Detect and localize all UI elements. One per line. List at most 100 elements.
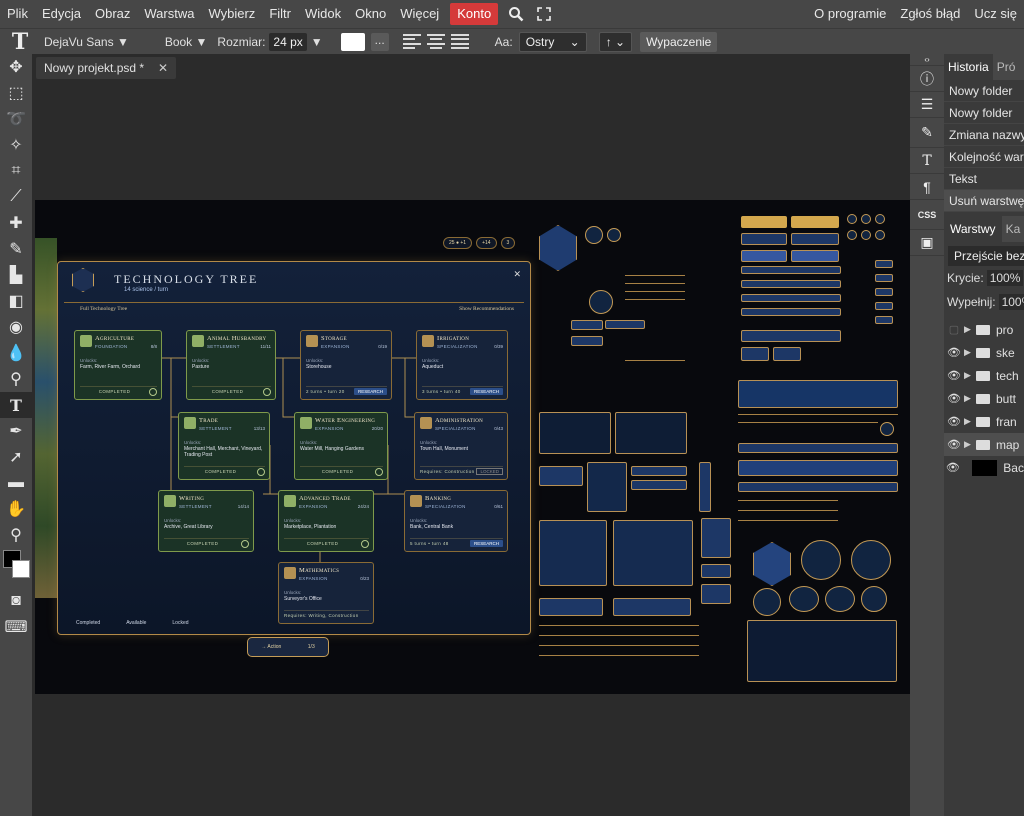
history-item[interactable]: Nowy folder <box>944 80 1024 102</box>
tech-card[interactable]: Mathematics Expansion 0/23 Unlocks: Surveyor… <box>278 562 374 624</box>
expand-icon[interactable]: ▶ <box>964 439 976 450</box>
eye-icon[interactable]: 👁 <box>944 369 964 382</box>
text-color-swatch[interactable] <box>340 32 365 51</box>
history-item[interactable]: Tekst <box>944 168 1024 190</box>
layer-row[interactable]: 👁 ▶ tech <box>944 364 1024 387</box>
expand-icon[interactable]: ▶ <box>964 324 976 335</box>
screen-mode-icon[interactable]: ⌨ <box>0 614 32 640</box>
tab-properties[interactable]: Pró <box>993 54 1020 80</box>
align-left-icon[interactable] <box>402 33 421 50</box>
blend-mode-select[interactable]: Przejście bezp <box>948 246 1024 266</box>
history-item[interactable]: Kolejność wars <box>944 146 1024 168</box>
expand-icon[interactable]: ▶ <box>964 370 976 381</box>
warp-button[interactable]: Wypaczenie <box>640 31 718 52</box>
antialias-select[interactable]: Ostry ⌄ <box>518 31 587 52</box>
blur-tool-icon[interactable]: 💧 <box>0 340 32 366</box>
collapse-panels-icon[interactable]: ‹› <box>910 54 944 66</box>
shape-tool-icon[interactable]: ▬ <box>0 470 32 496</box>
close-icon[interactable]: ✕ <box>158 61 168 75</box>
opacity-input[interactable]: 100% <box>986 270 1024 286</box>
menu-window[interactable]: Okno <box>348 0 393 28</box>
tech-card[interactable]: Storage Expansion 0/19 Unlocks: Storehouse 2 … <box>300 330 392 400</box>
research-button[interactable]: Research <box>469 388 503 395</box>
expand-icon[interactable]: ▶ <box>964 416 976 427</box>
marquee-tool-icon[interactable]: ⬚ <box>0 80 32 106</box>
character-panel-icon[interactable]: T <box>910 148 944 174</box>
menu-edit[interactable]: Edycja <box>35 0 88 28</box>
tech-card[interactable]: Water Engineering Expansion 20/20 Unlocks: W… <box>294 412 388 480</box>
info-icon[interactable]: ⓘ <box>910 66 944 92</box>
zoom-tool-icon[interactable]: ⚲ <box>0 522 32 548</box>
tech-card[interactable]: Banking Specialization 0/61 Unlocks: Bank, C… <box>404 490 508 552</box>
paragraph-panel-icon[interactable]: ¶ <box>910 174 944 200</box>
tech-card[interactable]: Writing Settlement 14/14 Unlocks: Archive, G… <box>158 490 254 552</box>
quick-mask-icon[interactable]: ◙ <box>0 588 32 614</box>
layer-row[interactable]: ▢ ▶ pro <box>944 318 1024 341</box>
pen-tool-icon[interactable]: ✒ <box>0 418 32 444</box>
layer-row[interactable]: 👁 ▶ fran <box>944 410 1024 433</box>
eye-icon[interactable]: 👁 <box>944 438 964 451</box>
menu-account[interactable]: Konto <box>450 3 499 25</box>
align-justify-icon[interactable] <box>450 33 469 50</box>
eyedropper-icon[interactable]: ⟋ <box>0 184 32 210</box>
menu-layer[interactable]: Warstwa <box>137 0 201 28</box>
menu-file[interactable]: Plik <box>0 0 35 28</box>
text-direction-select[interactable]: ↑ ⌄ <box>598 31 633 52</box>
healing-tool-icon[interactable]: ✚ <box>0 210 32 236</box>
fullscreen-icon[interactable] <box>530 0 558 28</box>
color-swatches[interactable] <box>0 548 32 588</box>
layer-row[interactable]: 👁 Bac <box>944 456 1024 479</box>
css-panel-icon[interactable]: CSS <box>910 200 944 230</box>
font-style-select[interactable]: Book ▼ <box>161 35 212 49</box>
search-icon[interactable] <box>502 0 530 28</box>
crop-tool-icon[interactable]: ⌗ <box>0 158 32 184</box>
eye-icon[interactable]: 👁 <box>944 392 964 405</box>
lasso-tool-icon[interactable]: ➰ <box>0 106 32 132</box>
canvas[interactable]: 25 ● +1 +14 3 Technology Tree 14 science… <box>35 200 910 694</box>
font-size-input[interactable]: 24 px <box>269 32 307 51</box>
hand-tool-icon[interactable]: ✋ <box>0 496 32 522</box>
expand-icon[interactable]: ▶ <box>964 347 976 358</box>
eraser-tool-icon[interactable]: ◧ <box>0 288 32 314</box>
visibility-off-icon[interactable]: ▢ <box>944 323 964 336</box>
path-select-icon[interactable]: ➚ <box>0 444 32 470</box>
tech-card[interactable]: Agriculture Foundation 8/8 Unlocks: Farm, Ri… <box>74 330 162 400</box>
tab-history[interactable]: Historia <box>944 54 993 80</box>
font-size-dropdown-icon[interactable]: ▼ <box>307 35 327 49</box>
menu-more[interactable]: Więcej <box>393 0 446 28</box>
font-family-select[interactable]: DejaVu Sans ▼ <box>40 35 133 49</box>
tech-card[interactable]: Trade Settlement 13/13 Unlocks: Merchant Hal… <box>178 412 270 480</box>
menu-select[interactable]: Wybierz <box>201 0 262 28</box>
dodge-tool-icon[interactable]: ⚲ <box>0 366 32 392</box>
tab-channels[interactable]: Ka <box>1002 216 1024 242</box>
tech-card[interactable]: Animal Husbandry Settlement 11/11 Unlocks: P… <box>186 330 276 400</box>
eye-icon[interactable]: 👁 <box>944 346 964 359</box>
fill-input[interactable]: 100% <box>998 294 1024 310</box>
image-panel-icon[interactable]: ▣ <box>910 230 944 256</box>
menu-about[interactable]: O programie <box>807 0 893 28</box>
adjustments-icon[interactable]: ☰ <box>910 92 944 118</box>
tech-card[interactable]: Advanced Trade Expansion 24/24 Unlocks: Mark… <box>278 490 374 552</box>
expand-icon[interactable]: ▶ <box>964 393 976 404</box>
layer-row[interactable]: 👁 ▶ ske <box>944 341 1024 364</box>
menu-image[interactable]: Obraz <box>88 0 137 28</box>
history-item[interactable]: Zmiana nazwy <box>944 124 1024 146</box>
eye-icon[interactable]: 👁 <box>944 415 964 428</box>
research-button[interactable]: Research <box>469 540 503 547</box>
action-button[interactable]: → Action 1/3 <box>247 637 329 657</box>
more-options-button[interactable]: ... <box>370 32 389 51</box>
menu-report-bug[interactable]: Zgłoś błąd <box>893 0 967 28</box>
tech-card[interactable]: Irrigation Specialization 0/39 Unlocks: Aque… <box>416 330 508 400</box>
magic-wand-icon[interactable]: ✧ <box>0 132 32 158</box>
menu-filter[interactable]: Filtr <box>262 0 298 28</box>
history-item[interactable]: Nowy folder <box>944 102 1024 124</box>
align-center-icon[interactable] <box>426 33 445 50</box>
history-item[interactable]: Usuń warstwę <box>944 190 1024 212</box>
stamp-tool-icon[interactable]: ▙ <box>0 262 32 288</box>
layer-row[interactable]: 👁 ▶ map <box>944 433 1024 456</box>
background-color[interactable] <box>12 560 30 578</box>
eye-icon[interactable]: 👁 <box>944 461 962 474</box>
document-tab[interactable]: Nowy projekt.psd * ✕ <box>36 57 177 79</box>
menu-learn[interactable]: Ucz się <box>967 0 1024 28</box>
tab-layers[interactable]: Warstwy <box>944 216 1002 242</box>
